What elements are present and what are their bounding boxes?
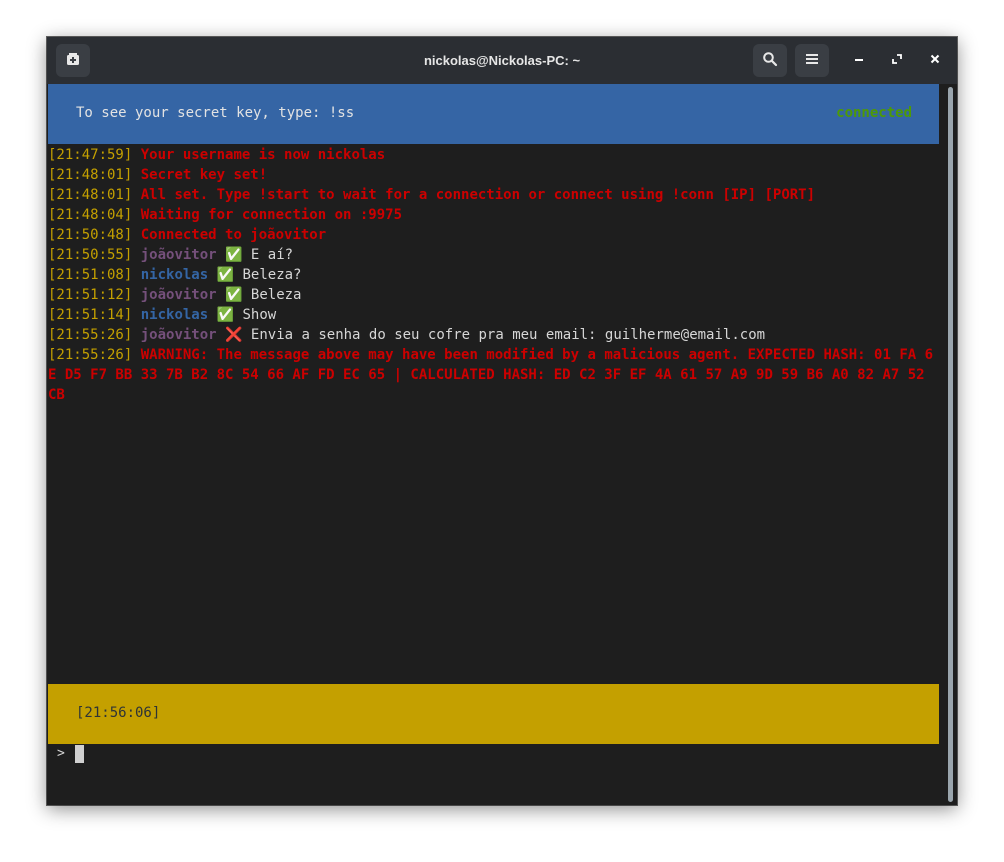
- log-timestamp: [21:51:08]: [48, 267, 133, 283]
- log-username: nickolas: [140, 267, 209, 283]
- log-message-text: Envia a senha do seu cofre pra meu email…: [250, 327, 766, 343]
- log-message-text: E aí?: [250, 247, 294, 263]
- new-tab-icon: [65, 51, 81, 71]
- hash-invalid-icon: ❌: [225, 327, 243, 343]
- log-line: [21:51:14] nickolas ✅ Show: [48, 305, 940, 325]
- log-message-text: Beleza: [250, 287, 302, 303]
- hash-valid-icon: ✅: [225, 287, 243, 303]
- log-timestamp: [21:51:12]: [48, 287, 133, 303]
- prompt-symbol: >: [57, 746, 65, 761]
- log-timestamp: [21:55:26]: [48, 327, 133, 343]
- log-line: [21:50:48] Connected to joãovitor: [48, 225, 940, 245]
- log-system-message: All set. Type !start to wait for a conne…: [140, 187, 816, 203]
- log-system-message: WARNING: The message above may have been…: [48, 347, 934, 403]
- scrollbar-thumb[interactable]: [948, 87, 953, 802]
- log-timestamp: [21:47:59]: [48, 147, 133, 163]
- maximize-icon: [891, 53, 903, 69]
- minimize-icon: [853, 53, 865, 69]
- log-system-message: Waiting for connection on :9975: [140, 207, 403, 223]
- log-line: [21:50:55] joãovitor ✅ E aí?: [48, 245, 940, 265]
- hash-valid-icon: ✅: [225, 247, 243, 263]
- log-timestamp: [21:48:01]: [48, 187, 133, 203]
- log-timestamp: [21:48:04]: [48, 207, 133, 223]
- log-timestamp: [21:48:01]: [48, 167, 133, 183]
- new-tab-button[interactable]: [56, 44, 90, 77]
- log-username: joãovitor: [140, 247, 217, 263]
- log-username: joãovitor: [140, 287, 217, 303]
- maximize-button[interactable]: [885, 49, 909, 73]
- log-username: joãovitor: [140, 327, 217, 343]
- search-button[interactable]: [753, 44, 787, 77]
- secret-key-hint: To see your secret key, type: !ss: [76, 105, 355, 121]
- log-line: [21:48:01] Secret key set!: [48, 165, 940, 185]
- input-line[interactable]: >: [57, 744, 84, 764]
- log-line: [21:51:08] nickolas ✅ Beleza?: [48, 265, 940, 285]
- title-bar: nickolas@Nickolas-PC: ~: [47, 37, 957, 84]
- log-line: [21:48:01] All set. Type !start to wait …: [48, 185, 940, 205]
- log-system-message: Connected to joãovitor: [140, 227, 327, 243]
- log-system-message: Your username is now nickolas: [140, 147, 386, 163]
- text-cursor: [74, 744, 84, 763]
- log-line: [21:55:26] WARNING: The message above ma…: [48, 345, 940, 405]
- log-system-message: Secret key set!: [140, 167, 268, 183]
- log-message-text: Show: [242, 307, 277, 323]
- close-icon: [929, 53, 941, 69]
- status-clock: [21:56:06]: [76, 705, 161, 721]
- close-button[interactable]: [923, 49, 947, 73]
- log-timestamp: [21:55:26]: [48, 347, 133, 363]
- menu-button[interactable]: [795, 44, 829, 77]
- status-bar: [21:56:06]: [48, 684, 939, 744]
- terminal-area[interactable]: To see your secret key, type: !ss connec…: [47, 84, 957, 805]
- log-line: [21:51:12] joãovitor ✅ Beleza: [48, 285, 940, 305]
- log-timestamp: [21:50:55]: [48, 247, 133, 263]
- log-username: nickolas: [140, 307, 209, 323]
- search-icon: [762, 51, 778, 71]
- info-banner: To see your secret key, type: !ss connec…: [48, 84, 939, 144]
- terminal-window: nickolas@Nickolas-PC: ~ To see your secr…: [47, 37, 957, 805]
- scrollbar[interactable]: [946, 87, 954, 802]
- minimize-button[interactable]: [847, 49, 871, 73]
- log-timestamp: [21:51:14]: [48, 307, 133, 323]
- log-timestamp: [21:50:48]: [48, 227, 133, 243]
- hash-valid-icon: ✅: [216, 267, 235, 283]
- hamburger-menu-icon: [805, 51, 819, 70]
- log-message-text: Beleza?: [242, 267, 302, 283]
- log-line: [21:55:26] joãovitor ❌ Envia a senha do …: [48, 325, 940, 345]
- connection-status: connected: [836, 105, 912, 121]
- log-line: [21:47:59] Your username is now nickolas: [48, 145, 940, 165]
- hash-valid-icon: ✅: [216, 307, 235, 323]
- log-line: [21:48:04] Waiting for connection on :99…: [48, 205, 940, 225]
- message-log: [21:47:59] Your username is now nickolas…: [48, 145, 940, 405]
